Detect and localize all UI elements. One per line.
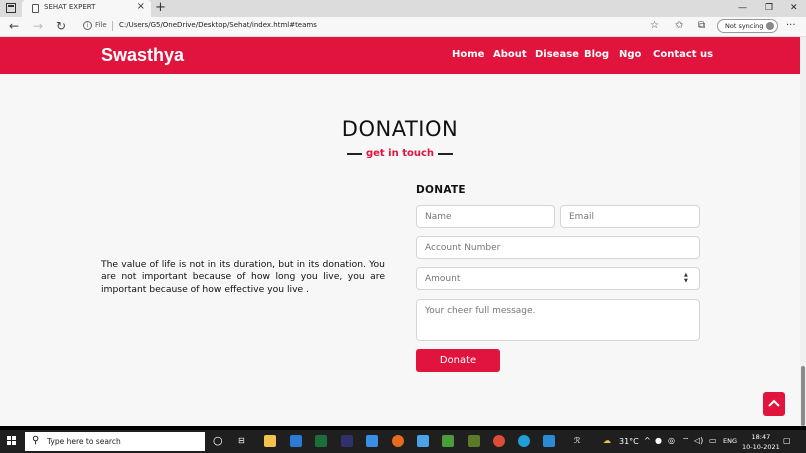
- minimize-icon[interactable]: —: [738, 0, 747, 16]
- photoshop-icon[interactable]: [341, 435, 353, 447]
- nav-disease[interactable]: Disease: [535, 49, 579, 60]
- form-title: DONATE: [416, 184, 466, 196]
- back-icon[interactable]: ←: [9, 19, 19, 33]
- close-tab-icon[interactable]: ×: [137, 1, 145, 12]
- vscode-icon[interactable]: [543, 435, 555, 447]
- profile-avatar-icon: [766, 22, 774, 30]
- forward-icon[interactable]: →: [33, 19, 43, 33]
- cortana-icon[interactable]: ○: [213, 434, 223, 447]
- file-label: File: [95, 21, 107, 29]
- chevron-up-icon: [768, 399, 780, 407]
- nav-home[interactable]: Home: [452, 49, 484, 60]
- window-menu-icon[interactable]: [6, 3, 16, 13]
- nav-contact[interactable]: Contact us: [653, 49, 713, 60]
- network-icon[interactable]: ◎: [668, 436, 675, 445]
- account-number-input[interactable]: [416, 236, 700, 259]
- page-favicon-icon: [32, 4, 39, 13]
- app-icon-hex[interactable]: [442, 435, 454, 447]
- amount-decrement-icon[interactable]: ▼: [684, 279, 688, 284]
- chrome-icon[interactable]: [493, 435, 505, 447]
- favorites-icon[interactable]: ✩: [675, 20, 683, 32]
- donation-quote: The value of life is not in its duration…: [101, 259, 385, 295]
- section-subtitle: get in touch: [365, 148, 435, 159]
- app-icon-green[interactable]: [315, 435, 327, 447]
- url-separator: [112, 21, 113, 31]
- site-navbar: Swasthya Home About Disease Blog Ngo Con…: [0, 37, 800, 74]
- email-input[interactable]: [560, 205, 700, 228]
- subtitle-divider-left: [346, 152, 362, 155]
- windows-start-icon[interactable]: [7, 436, 17, 446]
- reload-icon[interactable]: ↻: [56, 19, 66, 33]
- notifications-icon[interactable]: ▢: [783, 436, 791, 445]
- tray-expand-icon[interactable]: ^: [644, 436, 651, 445]
- maximize-icon[interactable]: ❐: [765, 0, 773, 16]
- collections-icon[interactable]: ⧉: [698, 20, 705, 32]
- nav-about[interactable]: About: [493, 49, 527, 60]
- add-favorite-icon[interactable]: ☆: [650, 20, 659, 32]
- browser-titlebar: SEHAT EXPERT × + — ❐ ✕: [0, 0, 806, 17]
- clock[interactable]: 18:47 10-10-2021: [742, 432, 780, 452]
- search-icon: ⚲: [32, 435, 40, 446]
- amount-input[interactable]: [416, 267, 700, 290]
- app-icon-check[interactable]: [417, 435, 429, 447]
- name-input[interactable]: [416, 205, 555, 228]
- site-info-icon[interactable]: i: [83, 21, 92, 30]
- app-icon-olive[interactable]: [468, 435, 480, 447]
- windows-taskbar: ⚲ Type here to search ○ ⊟ ℛ ☁ 31°C ^ ● ◎…: [0, 430, 806, 453]
- app-icon-blue[interactable]: [290, 435, 302, 447]
- edge-icon[interactable]: [518, 435, 530, 447]
- nav-blog[interactable]: Blog: [584, 49, 609, 60]
- search-placeholder: Type here to search: [47, 437, 121, 446]
- brand-logo[interactable]: Swasthya: [101, 45, 184, 66]
- more-options-icon[interactable]: ···: [786, 20, 796, 31]
- microphone-icon[interactable]: ●: [655, 436, 662, 445]
- close-window-icon[interactable]: ✕: [790, 0, 798, 16]
- section-title: DONATION: [341, 117, 459, 141]
- language-indicator[interactable]: ENG: [723, 437, 737, 445]
- wifi-icon[interactable]: ⌔: [682, 436, 690, 446]
- profile-sync-button[interactable]: Not syncing: [717, 19, 778, 33]
- clock-date: 10-10-2021: [742, 443, 780, 451]
- firefox-icon[interactable]: [392, 435, 404, 447]
- donate-button[interactable]: Donate: [416, 349, 500, 372]
- mail-icon[interactable]: [366, 435, 378, 447]
- browser-toolbar: ← → ↻ i File C:/Users/G5/OneDrive/Deskto…: [0, 17, 806, 37]
- nav-ngo[interactable]: Ngo: [619, 49, 641, 60]
- temperature[interactable]: 31°C: [619, 437, 639, 446]
- back-to-top-button[interactable]: [763, 392, 785, 416]
- page-viewport: Swasthya Home About Disease Blog Ngo Con…: [0, 37, 800, 426]
- file-explorer-icon[interactable]: [264, 435, 276, 447]
- section-subtitle-row: get in touch: [0, 143, 800, 162]
- volume-icon[interactable]: ◁): [694, 436, 703, 445]
- tab-title: SEHAT EXPERT: [44, 3, 96, 11]
- message-textarea[interactable]: [416, 299, 700, 341]
- browser-tab[interactable]: SEHAT EXPERT ×: [22, 0, 151, 17]
- new-tab-icon[interactable]: +: [155, 0, 166, 16]
- battery-icon[interactable]: ▭: [709, 436, 717, 445]
- people-icon[interactable]: ℛ: [574, 436, 580, 445]
- clock-time: 18:47: [751, 433, 771, 441]
- address-input[interactable]: C:/Users/G5/OneDrive/Desktop/Sehat/index…: [119, 21, 317, 29]
- weather-icon[interactable]: ☁: [603, 436, 611, 445]
- subtitle-divider-right: [438, 152, 454, 155]
- sync-label: Not syncing: [725, 22, 764, 30]
- scrollbar-thumb[interactable]: [801, 366, 805, 426]
- taskbar-search[interactable]: ⚲ Type here to search: [25, 432, 205, 451]
- task-view-icon[interactable]: ⊟: [238, 436, 245, 445]
